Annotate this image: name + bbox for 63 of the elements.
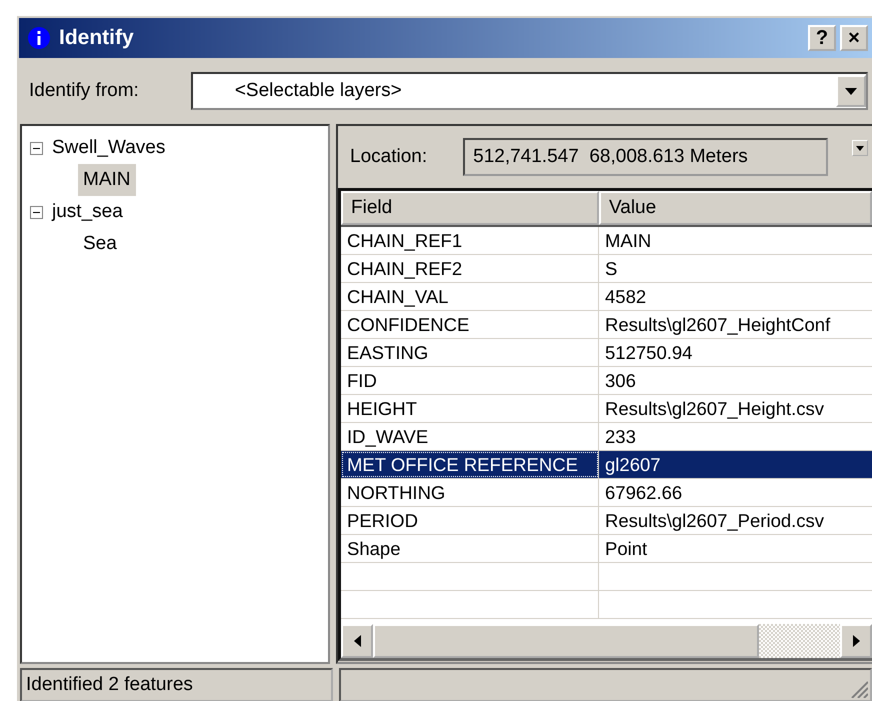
table-row[interactable]: CONFIDENCE Results\gl2607_HeightConf [341,311,872,339]
field-value: Results\gl2607_Period.csv [604,509,826,533]
field-name: CONFIDENCE [341,311,599,338]
table-row[interactable]: EASTING 512750.94 [341,339,872,367]
field-name: FID [341,367,599,394]
field-name: HEIGHT [341,395,599,422]
identify-from-label: Identify from: [29,78,139,103]
scroll-thumb[interactable] [373,624,759,658]
column-header[interactable]: Value [599,191,872,225]
field-value: Results\gl2607_HeightConf [604,313,832,337]
field-name: CHAIN_VAL [341,283,599,310]
caret-icon [856,146,864,150]
collapse-icon[interactable] [30,206,43,218]
field-value: Point [604,537,648,561]
tree-item[interactable]: Sea [78,228,122,260]
field-name: ID_WAVE [341,423,599,450]
tree-item[interactable]: just_sea [47,196,128,228]
field-name: CHAIN_REF2 [341,255,599,282]
field-name: Shape [341,535,599,562]
window-title: Identify [59,25,135,52]
close-button[interactable]: × [840,25,868,51]
status-bar: Identified 2 features [20,668,333,701]
location-field: 512,741.547 68,008.613 Meters [463,138,828,176]
field-name: CHAIN_REF1 [341,227,599,254]
right-arrow-icon [852,635,860,647]
info-icon [27,26,51,50]
tree-item[interactable]: MAIN [78,164,136,196]
field-value: 306 [604,369,637,393]
layer-dropdown[interactable]: <Selectable layers> [190,72,868,110]
collapse-icon[interactable] [30,142,43,154]
field-name: MET OFFICE REFERENCE [341,451,599,478]
caret-icon [845,88,857,94]
tree-item[interactable]: Swell_Waves [47,132,170,164]
table-row[interactable]: MET OFFICE REFERENCE gl2607 [341,451,872,479]
table-row[interactable]: HEIGHT Results\gl2607_Height.csv [341,395,872,423]
field-value: S [604,257,618,281]
field-value: 233 [604,425,637,449]
field-value: Results\gl2607_Height.csv [604,397,826,421]
location-label: Location: [350,144,428,169]
table-row[interactable]: NORTHING 67962.66 [341,479,872,507]
dropdown-button[interactable] [836,75,866,107]
field-value: 67962.66 [604,481,684,505]
table-row[interactable]: Shape Point [341,535,872,563]
table-row[interactable]: CHAIN_REF2 S [341,255,872,283]
scroll-right-button[interactable] [840,624,872,658]
resize-grip-icon [850,680,868,698]
table-row[interactable]: CHAIN_VAL 4582 [341,283,872,311]
column-header[interactable]: Field [341,191,599,225]
left-arrow-icon [354,635,360,647]
table-row[interactable]: FID 306 [341,367,872,395]
field-value: gl2607 [604,453,662,477]
table-row[interactable]: PERIOD Results\gl2607_Period.csv [341,507,872,535]
table-row[interactable]: CHAIN_REF1 MAIN [341,227,872,255]
field-value: MAIN [604,229,652,253]
field-name: PERIOD [341,507,599,534]
horizontal-scrollbar[interactable] [341,624,872,658]
field-value: 512750.94 [604,341,694,365]
help-button[interactable]: ? [808,25,836,51]
field-name: NORTHING [341,479,599,506]
scroll-left-button[interactable] [341,624,373,658]
field-value: 4582 [604,285,648,309]
field-name: EASTING [341,339,599,366]
menu-button[interactable] [852,140,868,156]
